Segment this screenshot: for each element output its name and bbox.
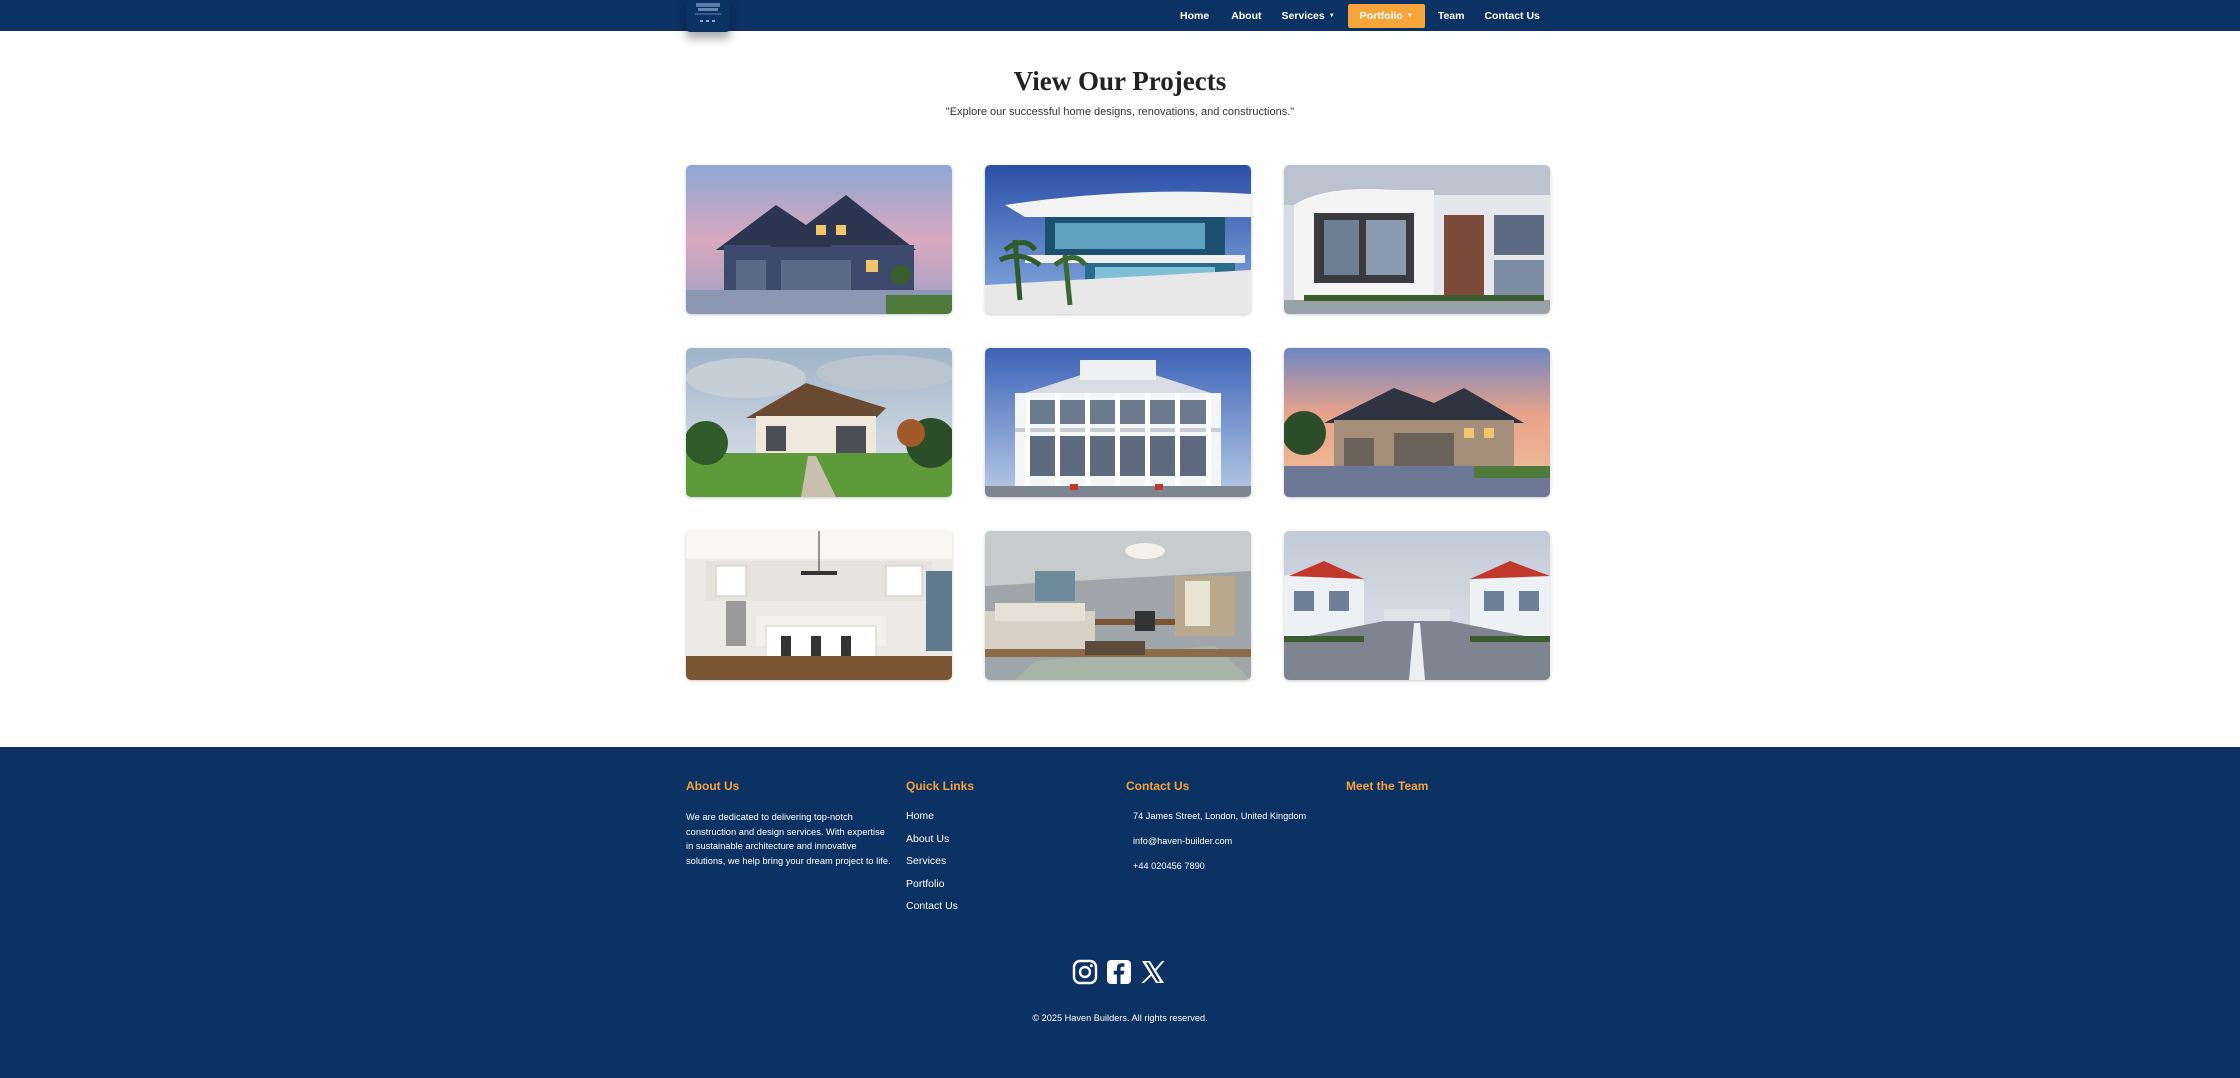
footer-contact: Contact Us 74 James Street, London, Unit… (1126, 779, 1306, 886)
footer-address: 74 James Street, London, United Kingdom (1133, 811, 1307, 821)
footer-about-heading: About Us (686, 779, 740, 793)
page-title: View Our Projects (1013, 66, 1227, 96)
nav-menu: Home About Services ▼ Portfolio ▼ Team C… (1170, 4, 1550, 28)
residential-street-photo[interactable] (1284, 531, 1550, 680)
page-subtitle: "Explore our successful home designs, re… (945, 106, 1295, 118)
chevron-down-icon: ▼ (1406, 13, 1413, 19)
facebook-icon[interactable] (1106, 959, 1132, 985)
footer-about: About Us We are dedicated to delivering … (686, 779, 892, 868)
nav-item-home[interactable]: Home (1170, 4, 1219, 28)
nav-item-portfolio[interactable]: Portfolio ▼ (1347, 4, 1425, 28)
social-links (1072, 959, 1166, 985)
kitchen-interior-photo[interactable] (686, 531, 952, 680)
footer-link-home[interactable]: Home (906, 810, 974, 822)
wooden-house-garden-photo[interactable] (686, 348, 952, 497)
nav-item-portfolio-label: Portfolio (1359, 10, 1403, 22)
footer-link-contact[interactable]: Contact Us (906, 900, 974, 912)
living-room-interior-photo[interactable] (985, 531, 1251, 680)
footer: About Us We are dedicated to delivering … (0, 747, 2240, 1078)
footer-quick-links: Quick Links Home About Us Services Portf… (906, 779, 974, 923)
footer-link-portfolio[interactable]: Portfolio (906, 878, 974, 890)
footer-about-text: We are dedicated to delivering top-notch… (686, 812, 891, 866)
footer-link-services[interactable]: Services (906, 855, 974, 867)
modern-glass-villa-photo[interactable] (985, 165, 1251, 314)
footer-quick-links-heading: Quick Links (906, 779, 975, 793)
nav-item-services[interactable]: Services ▼ (1272, 4, 1345, 28)
footer-team: Meet the Team (1346, 779, 1428, 810)
footer-email[interactable]: info@haven-builder.com (1133, 835, 1306, 847)
sunset-house-photo[interactable] (1284, 348, 1550, 497)
projects-grid (686, 165, 1550, 680)
nav-item-contact[interactable]: Contact Us (1474, 4, 1549, 28)
footer-team-heading[interactable]: Meet the Team (1346, 779, 1428, 793)
navbar (0, 0, 2240, 31)
nav-item-services-label: Services (1281, 10, 1325, 22)
nav-item-about[interactable]: About (1221, 4, 1271, 28)
logo-icon[interactable] (686, 0, 730, 32)
footer-contact-heading: Contact Us (1126, 779, 1190, 793)
nav-item-team[interactable]: Team (1428, 4, 1475, 28)
x-icon[interactable] (1140, 959, 1166, 985)
chevron-down-icon: ▼ (1328, 13, 1335, 19)
footer-phone[interactable]: +44 020456 7890 (1133, 860, 1306, 872)
colonial-porch-house-photo[interactable] (985, 348, 1251, 497)
modern-apartment-building-photo[interactable] (1284, 165, 1550, 314)
suburban-house-photo[interactable] (686, 165, 952, 314)
instagram-icon[interactable] (1072, 959, 1098, 985)
copyright: © 2025 Haven Builders. All rights reserv… (1032, 1013, 1208, 1023)
footer-link-about[interactable]: About Us (906, 833, 974, 845)
